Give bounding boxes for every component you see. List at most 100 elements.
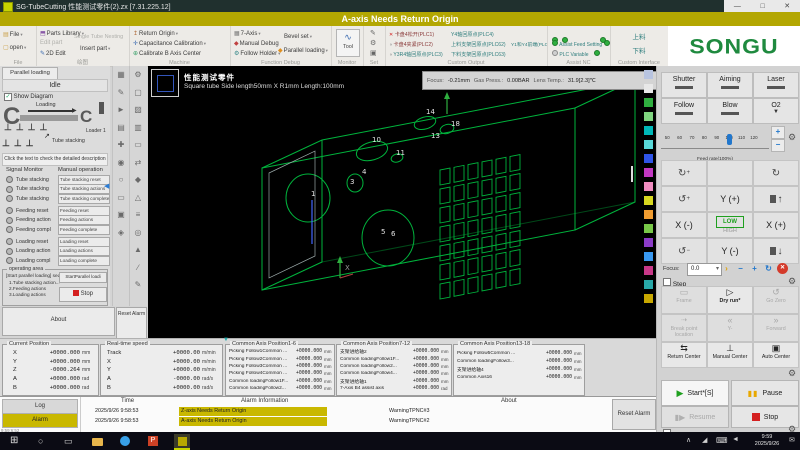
manual-action-button[interactable]: Feeding actions <box>58 215 110 225</box>
toolbar-icon[interactable]: ▭ <box>130 136 146 154</box>
backward-button[interactable]: «Y- <box>707 314 753 342</box>
powerpoint-icon[interactable]: P <box>148 436 158 446</box>
follow-holder-button[interactable]: ⚙Follow Holder▾ <box>234 50 280 57</box>
color-swatch[interactable] <box>644 140 653 149</box>
parallel-loading-button[interactable]: ◆Parallel loading▾ <box>278 47 328 54</box>
pen-tool-icon[interactable]: ✎ <box>370 29 376 37</box>
file-menu-button[interactable]: ▤File▾ <box>3 31 23 38</box>
windows-start-icon[interactable]: ⊞ <box>10 435 18 446</box>
unload-button[interactable]: 下料 <box>610 45 668 55</box>
reset-alarm-side-button[interactable]: Reset Alarm <box>116 307 147 339</box>
toolbar-icon[interactable]: ◈ <box>113 224 129 242</box>
toolbar-icon[interactable]: ✎ <box>130 276 146 294</box>
color-swatch[interactable] <box>644 168 653 177</box>
auto-center-button[interactable]: ▣Auto Center <box>753 342 799 368</box>
slider-handle[interactable] <box>727 134 732 145</box>
color-swatch[interactable] <box>644 224 653 233</box>
manual-action-button[interactable]: Loading reset <box>58 237 110 247</box>
color-swatch[interactable] <box>644 70 653 79</box>
manual-center-button[interactable]: ⊥Manual Center <box>707 342 753 368</box>
toolbar-icon[interactable]: ⚙ <box>130 66 146 84</box>
search-icon[interactable]: ○ <box>38 436 43 446</box>
focus-plus-button[interactable]: + <box>749 263 760 274</box>
action-settings-gear-icon[interactable]: ⚙ <box>788 368 796 379</box>
capacitance-calibration-button[interactable]: ✛Capacitance Calibration▾ <box>133 40 206 47</box>
close-button[interactable]: ✕ <box>784 2 790 10</box>
tool-monitor-button[interactable]: ∿ Tool <box>336 29 360 57</box>
toolbar-icon[interactable]: ◉ <box>113 154 129 172</box>
follow-button[interactable]: Follow <box>661 98 707 124</box>
toolbar-icon[interactable]: ▦ <box>113 66 129 84</box>
color-swatch[interactable] <box>644 182 653 191</box>
tray-expand-icon[interactable]: ∧ <box>686 436 691 444</box>
manual-action-button[interactable]: Tube stacking reset <box>58 175 110 185</box>
color-swatch[interactable] <box>644 210 653 219</box>
2d-edit-button[interactable]: ✎2D Edit <box>40 50 66 57</box>
toolbar-icon[interactable]: ▨ <box>130 101 146 119</box>
toolbar-icon[interactable]: ⇄ <box>130 154 146 172</box>
blow-button[interactable]: Blow <box>707 98 753 124</box>
break-point-button[interactable]: ⇢Break point location <box>661 314 707 342</box>
start-button[interactable]: ▶Start*[S] <box>661 380 729 406</box>
manual-action-button[interactable]: Tube stacking complete <box>58 194 110 204</box>
aiming-button[interactable]: Aiming <box>707 72 753 98</box>
color-swatch[interactable] <box>644 112 653 121</box>
clock[interactable]: 9:592025/9/26 <box>748 434 786 448</box>
reset-alarm-button[interactable]: Reset Alarm <box>612 399 656 430</box>
manual-action-button[interactable]: Loading complete <box>58 256 110 266</box>
manual-action-button[interactable]: Tube stacking actions <box>58 184 110 194</box>
jog-rotate-a-plus[interactable]: ↻+ <box>661 160 707 186</box>
keyboard-icon[interactable]: ⌨ <box>716 436 728 445</box>
jog-rotate-minus[interactable]: ↺− <box>661 238 707 264</box>
gear-icon[interactable]: ⚙ <box>370 39 376 47</box>
manual-debug-button[interactable]: ◆Manual Debug <box>234 40 279 47</box>
calibrate-b-axis-button[interactable]: ⊕Calibrate B Axis Center <box>133 50 201 57</box>
notification-icon[interactable]: ✉ <box>789 436 795 444</box>
toolbar-icon[interactable]: ▣ <box>113 206 129 224</box>
jog-z-down-button[interactable]: ↓ <box>753 238 799 264</box>
color-swatch[interactable] <box>644 98 653 107</box>
focus-select[interactable]: 0.0▾ <box>687 263 722 276</box>
edge-browser-icon[interactable] <box>120 436 130 446</box>
network-icon[interactable]: ◢ <box>702 436 707 444</box>
toolbar-icon[interactable]: △ <box>130 189 146 207</box>
toolbar-icon[interactable]: ▭ <box>113 189 129 207</box>
color-swatch[interactable] <box>644 294 653 303</box>
3d-viewport[interactable]: 101113141843156X 性能测试零件 Square tube Side… <box>148 66 656 338</box>
focus-cancel-icon[interactable]: ✕ <box>777 263 788 274</box>
focus-apply-button[interactable]: › <box>721 263 732 274</box>
color-swatch[interactable] <box>644 238 653 247</box>
jog-rotate-b[interactable]: ↻ <box>753 160 799 186</box>
collapse-panel-arrow[interactable]: ◀ <box>104 182 109 190</box>
jog-x-minus-button[interactable]: X (-) <box>661 212 707 238</box>
toolbar-icon[interactable]: ▢ <box>130 84 146 102</box>
hint-banner[interactable]: Click the text to check the detailed des… <box>2 153 108 166</box>
jog-y-plus-button[interactable]: Y (+) <box>707 186 753 212</box>
laser-button[interactable]: Laser <box>753 72 799 98</box>
edit-part-button[interactable]: Edit part <box>40 40 62 46</box>
jog-rotate-plus[interactable]: ↺+ <box>661 186 707 212</box>
color-swatch[interactable] <box>644 126 653 135</box>
seven-axis-button[interactable]: ▦7-Axis▾ <box>234 30 261 37</box>
color-swatch[interactable] <box>644 280 653 289</box>
color-swatch[interactable] <box>644 154 653 163</box>
panel-handle-icon[interactable]: ▼ <box>223 337 229 343</box>
task-view-icon[interactable]: ▭ <box>64 436 73 447</box>
open-button[interactable]: ▢open▾ <box>3 44 26 51</box>
feed-settings-gear-icon[interactable]: ⚙ <box>788 132 796 143</box>
minimize-button[interactable]: — <box>734 3 741 10</box>
manual-action-button[interactable]: Loading actions <box>58 246 110 256</box>
toolbar-icon[interactable]: ► <box>113 101 129 119</box>
jog-x-plus-button[interactable]: X (+) <box>753 212 799 238</box>
bevel-set-button[interactable]: Bevel set▾ <box>284 34 312 40</box>
file-explorer-icon[interactable] <box>92 438 103 446</box>
plc62-output[interactable]: 上料支架回原点(PLC62) <box>451 41 513 48</box>
plc63-output[interactable]: 下料支架回原点(PLC63) <box>451 51 513 58</box>
plc64-output[interactable]: Y1和Y4前端(PLC64) <box>511 41 547 48</box>
insert-part-button[interactable]: Insert part▾ <box>80 46 110 52</box>
tab-parallel-loading[interactable]: Parallel loading <box>2 67 58 79</box>
speaker-icon[interactable]: ◄ <box>732 436 739 443</box>
alarm-row[interactable]: 2025/9/26 9:58:53 Z-axis Needs Return Or… <box>81 407 613 417</box>
jog-y-minus-button[interactable]: Y (-) <box>707 238 753 264</box>
shutter-button[interactable]: Shutter <box>661 72 707 98</box>
